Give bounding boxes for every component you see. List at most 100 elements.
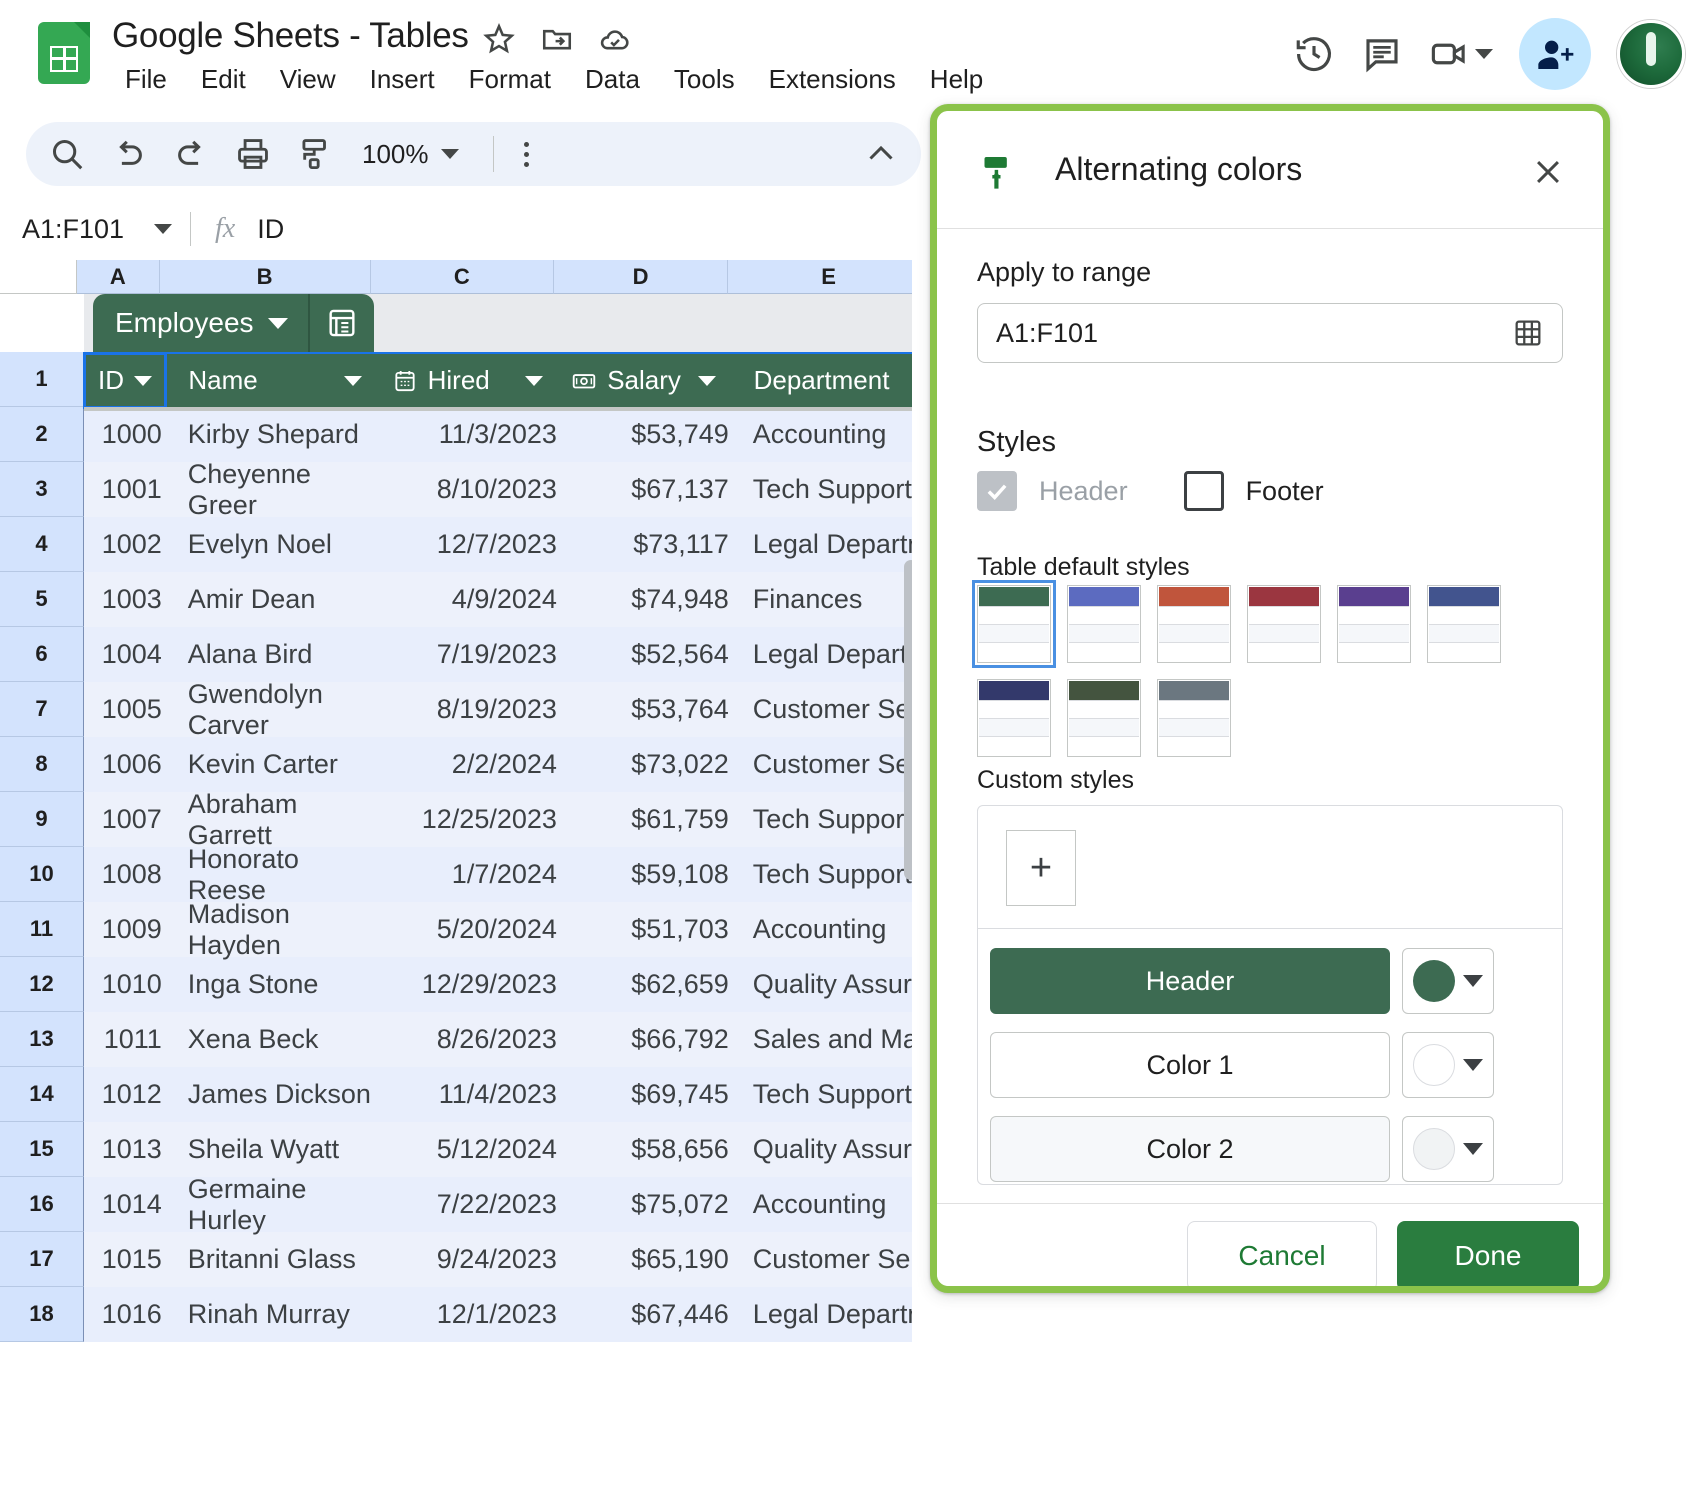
more-options-icon[interactable] xyxy=(512,135,542,173)
default-style-swatch[interactable] xyxy=(972,580,1056,668)
row-header-11[interactable]: 11 xyxy=(0,902,84,957)
cell-department[interactable]: Legal Department xyxy=(729,627,912,682)
cell-salary[interactable]: $67,137 xyxy=(557,462,729,517)
column-header-b[interactable]: B xyxy=(159,260,371,294)
table-row[interactable]: 1004 Alana Bird 7/19/2023 $52,564 Legal Depa… xyxy=(84,627,912,682)
cell-department[interactable]: Tech Support xyxy=(729,792,912,847)
cell-hired[interactable]: 12/29/2023 xyxy=(376,957,557,1012)
row-header-4[interactable]: 4 xyxy=(0,517,84,572)
column-header-c[interactable]: C xyxy=(370,260,554,294)
cell-hired[interactable]: 4/9/2024 xyxy=(376,572,557,627)
cell-salary[interactable]: $73,117 xyxy=(557,517,729,572)
cell-id[interactable]: 1004 xyxy=(84,627,166,682)
cell-department[interactable]: Quality Assurance xyxy=(729,957,912,1012)
cell-salary[interactable]: $62,659 xyxy=(557,957,729,1012)
table-icon[interactable] xyxy=(307,294,374,352)
cell-id[interactable]: 1014 xyxy=(84,1177,166,1232)
row-header-6[interactable]: 6 xyxy=(0,627,84,682)
close-icon[interactable] xyxy=(1531,155,1565,189)
range-input[interactable]: A1:F101 xyxy=(977,303,1563,363)
formula-input[interactable]: ID xyxy=(257,214,284,245)
default-style-swatch[interactable] xyxy=(1157,585,1231,663)
menu-insert[interactable]: Insert xyxy=(353,60,452,99)
cell-salary[interactable]: $75,072 xyxy=(557,1177,729,1232)
menu-file[interactable]: File xyxy=(108,60,184,99)
table-row[interactable]: 1008 Honorato Reese 1/7/2024 $59,108 Tech Su… xyxy=(84,844,912,905)
menu-view[interactable]: View xyxy=(263,60,353,99)
cell-hired[interactable]: 8/19/2023 xyxy=(376,682,557,737)
menu-extensions[interactable]: Extensions xyxy=(752,60,913,99)
cell-salary[interactable]: $74,948 xyxy=(557,572,729,627)
color2-color-picker[interactable] xyxy=(1402,1116,1494,1182)
row-header-8[interactable]: 8 xyxy=(0,737,84,792)
cell-name[interactable]: Gwendolyn Carver xyxy=(166,679,376,740)
table-row[interactable]: 1016 Rinah Murray 12/1/2023 $67,446 Legal De… xyxy=(84,1287,912,1342)
cell-name[interactable]: Inga Stone xyxy=(166,957,376,1012)
cell-department[interactable]: Customer Service xyxy=(729,1232,912,1287)
document-title[interactable]: Google Sheets - Tables xyxy=(112,16,469,56)
table-header-department[interactable]: Department xyxy=(730,353,912,408)
cell-hired[interactable]: 11/3/2023 xyxy=(376,407,557,462)
cell-salary[interactable]: $51,703 xyxy=(557,902,729,957)
cell-salary[interactable]: $65,190 xyxy=(557,1232,729,1287)
cell-id[interactable]: 1009 xyxy=(84,902,166,957)
row-header-2[interactable]: 2 xyxy=(0,407,84,462)
column-header-e[interactable]: E xyxy=(728,260,930,294)
cell-id[interactable]: 1016 xyxy=(84,1287,166,1342)
cloud-saved-icon[interactable] xyxy=(598,22,632,56)
comment-icon[interactable] xyxy=(1361,33,1403,75)
cell-id[interactable]: 1007 xyxy=(84,792,166,847)
cell-department[interactable]: Accounting xyxy=(729,902,912,957)
add-custom-style-button[interactable]: + xyxy=(1006,830,1076,906)
cell-hired[interactable]: 11/4/2023 xyxy=(376,1067,557,1122)
row-header-12[interactable]: 12 xyxy=(0,957,84,1012)
chevron-down-icon[interactable] xyxy=(525,375,544,386)
cell-id[interactable]: 1005 xyxy=(84,682,166,737)
cell-id[interactable]: 1000 xyxy=(84,407,166,462)
table-header-name[interactable]: Name xyxy=(166,353,375,408)
cell-id[interactable]: 1001 xyxy=(84,462,166,517)
paint-format-icon[interactable] xyxy=(296,135,334,173)
cell-name[interactable]: Rinah Murray xyxy=(166,1287,376,1342)
default-style-swatch[interactable] xyxy=(1427,585,1501,663)
zoom-control[interactable]: 100% xyxy=(362,139,459,170)
table-row[interactable]: 1002 Evelyn Noel 12/7/2023 $73,117 Legal Dep… xyxy=(84,517,912,572)
cell-name[interactable]: Cheyenne Greer xyxy=(166,459,376,520)
chevron-down-icon[interactable] xyxy=(154,224,172,234)
row-header-3[interactable]: 3 xyxy=(0,462,84,517)
cell-hired[interactable]: 1/7/2024 xyxy=(376,847,557,902)
cell-department[interactable]: Sales and Marketing xyxy=(729,1012,912,1067)
chevron-down-icon[interactable] xyxy=(134,375,153,386)
header-color-picker[interactable] xyxy=(1402,948,1494,1014)
cell-name[interactable]: Kirby Shepard xyxy=(166,407,376,462)
cell-name[interactable]: Madison Hayden xyxy=(166,899,376,960)
cell-department[interactable]: Legal Department xyxy=(729,517,912,572)
cell-salary[interactable]: $73,022 xyxy=(557,737,729,792)
table-row[interactable]: 1013 Sheila Wyatt 5/12/2024 $58,656 Quality … xyxy=(84,1122,912,1177)
color1-color-picker[interactable] xyxy=(1402,1032,1494,1098)
cell-id[interactable]: 1008 xyxy=(84,847,166,902)
cell-name[interactable]: Evelyn Noel xyxy=(166,517,376,572)
chevron-down-icon[interactable] xyxy=(697,375,716,386)
cell-salary[interactable]: $52,564 xyxy=(557,627,729,682)
cell-name[interactable]: Sheila Wyatt xyxy=(166,1122,376,1177)
cell-name[interactable]: Alana Bird xyxy=(166,627,376,682)
default-style-swatch[interactable] xyxy=(1067,585,1141,663)
video-call-button[interactable] xyxy=(1429,33,1493,75)
cell-id[interactable]: 1006 xyxy=(84,737,166,792)
cell-department[interactable]: Legal Department xyxy=(729,1287,912,1342)
cell-hired[interactable]: 2/2/2024 xyxy=(376,737,557,792)
header-style-button[interactable]: Header xyxy=(990,948,1390,1014)
table-row[interactable]: 1005 Gwendolyn Carver 8/19/2023 $53,764 Cust… xyxy=(84,679,912,740)
cell-name[interactable]: Xena Beck xyxy=(166,1012,376,1067)
cell-hired[interactable]: 12/1/2023 xyxy=(376,1287,557,1342)
cell-id[interactable]: 1011 xyxy=(84,1012,166,1067)
row-header-5[interactable]: 5 xyxy=(0,572,84,627)
cell-id[interactable]: 1013 xyxy=(84,1122,166,1177)
move-to-folder-icon[interactable] xyxy=(540,22,574,56)
cell-name[interactable]: Britanni Glass xyxy=(166,1232,376,1287)
column-header-d[interactable]: D xyxy=(554,260,729,294)
cell-hired[interactable]: 9/24/2023 xyxy=(376,1232,557,1287)
row-header-9[interactable]: 9 xyxy=(0,792,84,847)
cell-hired[interactable]: 5/12/2024 xyxy=(376,1122,557,1177)
